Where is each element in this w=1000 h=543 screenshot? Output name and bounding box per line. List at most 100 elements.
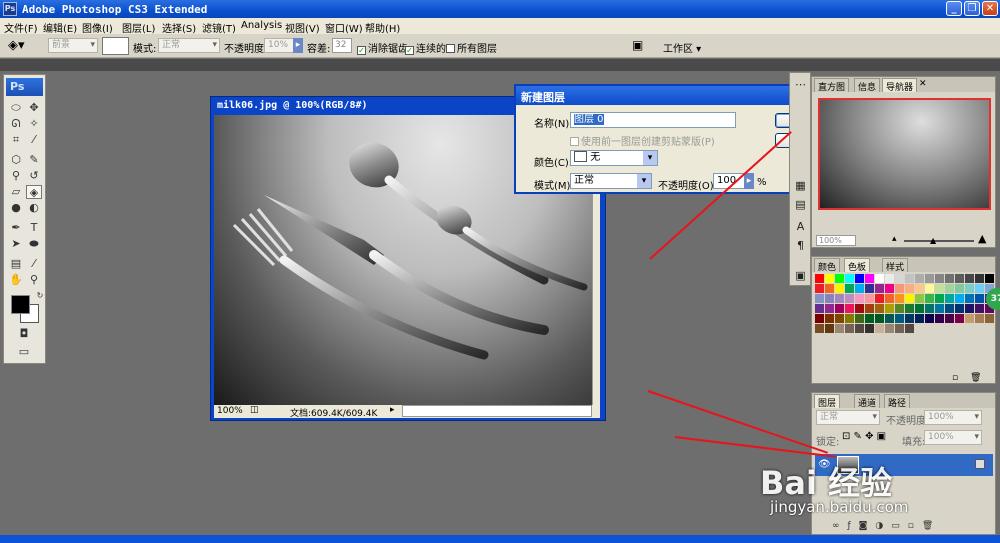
blend-mode-select[interactable]: 正常 ▾ (570, 173, 652, 189)
swatch-cell[interactable] (865, 314, 874, 323)
swatch-cell[interactable] (845, 294, 854, 303)
swatch-cell[interactable] (895, 324, 904, 333)
layer-blend-mode-select[interactable]: 正常 (816, 410, 880, 425)
brush-tool-icon[interactable]: ✎ (26, 153, 42, 167)
blur-tool-icon[interactable]: ● (8, 201, 24, 215)
swatch-cell[interactable] (865, 284, 874, 293)
zoom-out-icon[interactable]: ▴ (892, 234, 897, 244)
color-select[interactable]: 无 ▾ (570, 150, 658, 166)
swatch-cell[interactable] (915, 274, 924, 283)
swatch-cell[interactable] (935, 274, 944, 283)
type-tool-icon[interactable]: T (26, 221, 42, 235)
swatch-cell[interactable] (925, 314, 934, 323)
swatch-cell[interactable] (835, 284, 844, 293)
zoom-slider[interactable] (904, 240, 974, 242)
swatch-cell[interactable] (875, 314, 884, 323)
swatch-cell[interactable] (865, 274, 874, 283)
paint-bucket-icon[interactable]: ◈▾ (8, 38, 25, 53)
swatch-cell[interactable] (945, 274, 954, 283)
swatch-cell[interactable] (955, 294, 964, 303)
menu-image[interactable]: 图像(I) (82, 20, 113, 35)
swatch-cell[interactable] (835, 314, 844, 323)
swatch-cell[interactable] (865, 324, 874, 333)
swatch-cell[interactable] (905, 304, 914, 313)
tab-swatches[interactable]: 色板 (844, 258, 871, 273)
clip-mask-checkbox[interactable]: 使用前一图层创建剪贴蒙版(P) (570, 133, 715, 148)
swatch-cell[interactable] (975, 304, 984, 313)
menu-analysis[interactable]: Analysis (241, 20, 282, 31)
swatch-cell[interactable] (865, 294, 874, 303)
swatch-cell[interactable] (845, 314, 854, 323)
tab-paths[interactable]: 路径 (884, 394, 911, 409)
marquee-tool-icon[interactable]: ⬭ (8, 101, 24, 115)
swatch-cell[interactable] (905, 324, 914, 333)
workspace-button[interactable]: 工作区 ▾ (663, 40, 701, 55)
swatch-cell[interactable] (915, 284, 924, 293)
swatch-cell[interactable] (895, 284, 904, 293)
tool-presets-panel-icon[interactable]: ▤ (793, 197, 808, 212)
swatch-cell[interactable] (835, 304, 844, 313)
fill-input[interactable]: 100% (924, 430, 982, 445)
tab-info[interactable]: 信息 (854, 78, 881, 93)
zoom-readout[interactable]: 100% (217, 406, 243, 416)
swatch-cell[interactable] (905, 274, 914, 283)
notes-tool-icon[interactable]: ▤ (8, 257, 24, 271)
swatch-cell[interactable] (905, 294, 914, 303)
history-brush-tool-icon[interactable]: ↺ (26, 169, 42, 183)
swatch-cell[interactable] (855, 304, 864, 313)
zoom-tool-icon[interactable]: ⚲ (26, 273, 42, 287)
move-tool-icon[interactable]: ✥ (26, 101, 42, 115)
lock-options-icons[interactable]: ⊡ ✎ ✥ ▣ (842, 431, 886, 442)
tab-navigator[interactable]: 导航器 (882, 78, 918, 93)
swatch-cell[interactable] (815, 284, 824, 293)
lasso-tool-icon[interactable]: ᘏ (8, 117, 24, 131)
close-button[interactable]: ✕ (982, 1, 998, 16)
clone-stamp-tool-icon[interactable]: ⚲ (8, 169, 24, 183)
swatch-cell[interactable] (905, 314, 914, 323)
opacity-slider-button[interactable]: ▸ (744, 173, 754, 189)
swatch-cell[interactable] (925, 274, 934, 283)
swatch-cell[interactable] (825, 314, 834, 323)
swatch-cell[interactable] (915, 314, 924, 323)
fill-source-select[interactable]: 前景 (48, 38, 98, 53)
navigator-zoom-input[interactable]: 100% (816, 235, 856, 246)
swatch-cell[interactable] (835, 274, 844, 283)
swatch-cell[interactable] (815, 294, 824, 303)
tab-histogram[interactable]: 直方图 (814, 78, 850, 93)
pen-tool-icon[interactable]: ✒ (8, 221, 24, 235)
swatch-cell[interactable] (965, 314, 974, 323)
swatch-cell[interactable] (975, 284, 984, 293)
swatch-cell[interactable] (975, 294, 984, 303)
paint-bucket-tool-icon[interactable]: ◈ (26, 185, 42, 199)
new-swatch-icon[interactable]: ▫ (952, 373, 958, 383)
swatch-cell[interactable] (875, 294, 884, 303)
brushes-panel-icon[interactable]: ▦ (793, 178, 808, 193)
swatch-cell[interactable] (935, 294, 944, 303)
paragraph-panel-icon[interactable]: ¶ (793, 238, 808, 253)
swatch-cell[interactable] (815, 314, 824, 323)
swatch-cell[interactable] (885, 314, 894, 323)
swatch-cell[interactable] (925, 284, 934, 293)
zoom-in-icon[interactable]: ▲ (978, 232, 986, 245)
swatch-cell[interactable] (925, 294, 934, 303)
tab-layers[interactable]: 图层 (814, 394, 841, 409)
tolerance-input[interactable]: 32 (332, 38, 352, 53)
navigator-close-icon[interactable]: ✕ (916, 78, 930, 92)
swatch-cell[interactable] (935, 304, 944, 313)
swatch-cell[interactable] (825, 304, 834, 313)
swatch-cell[interactable] (955, 284, 964, 293)
swatch-cell[interactable] (895, 304, 904, 313)
swatch-cell[interactable] (885, 304, 894, 313)
swatch-cell[interactable] (815, 304, 824, 313)
swatch-cell[interactable] (885, 274, 894, 283)
eyedropper2-tool-icon[interactable]: ⁄ (26, 257, 42, 271)
swatch-cell[interactable] (915, 304, 924, 313)
maximize-button[interactable]: ❐ (964, 1, 980, 16)
layer-comps-panel-icon[interactable]: ▣ (793, 268, 808, 283)
swatch-cell[interactable] (895, 314, 904, 323)
swatch-cell[interactable] (965, 304, 974, 313)
swatch-cell[interactable] (955, 304, 964, 313)
swatch-cell[interactable] (865, 304, 874, 313)
antialias-checkbox[interactable]: ✓ 消除锯齿 (357, 40, 408, 55)
healing-tool-icon[interactable]: ⬡ (8, 153, 24, 167)
